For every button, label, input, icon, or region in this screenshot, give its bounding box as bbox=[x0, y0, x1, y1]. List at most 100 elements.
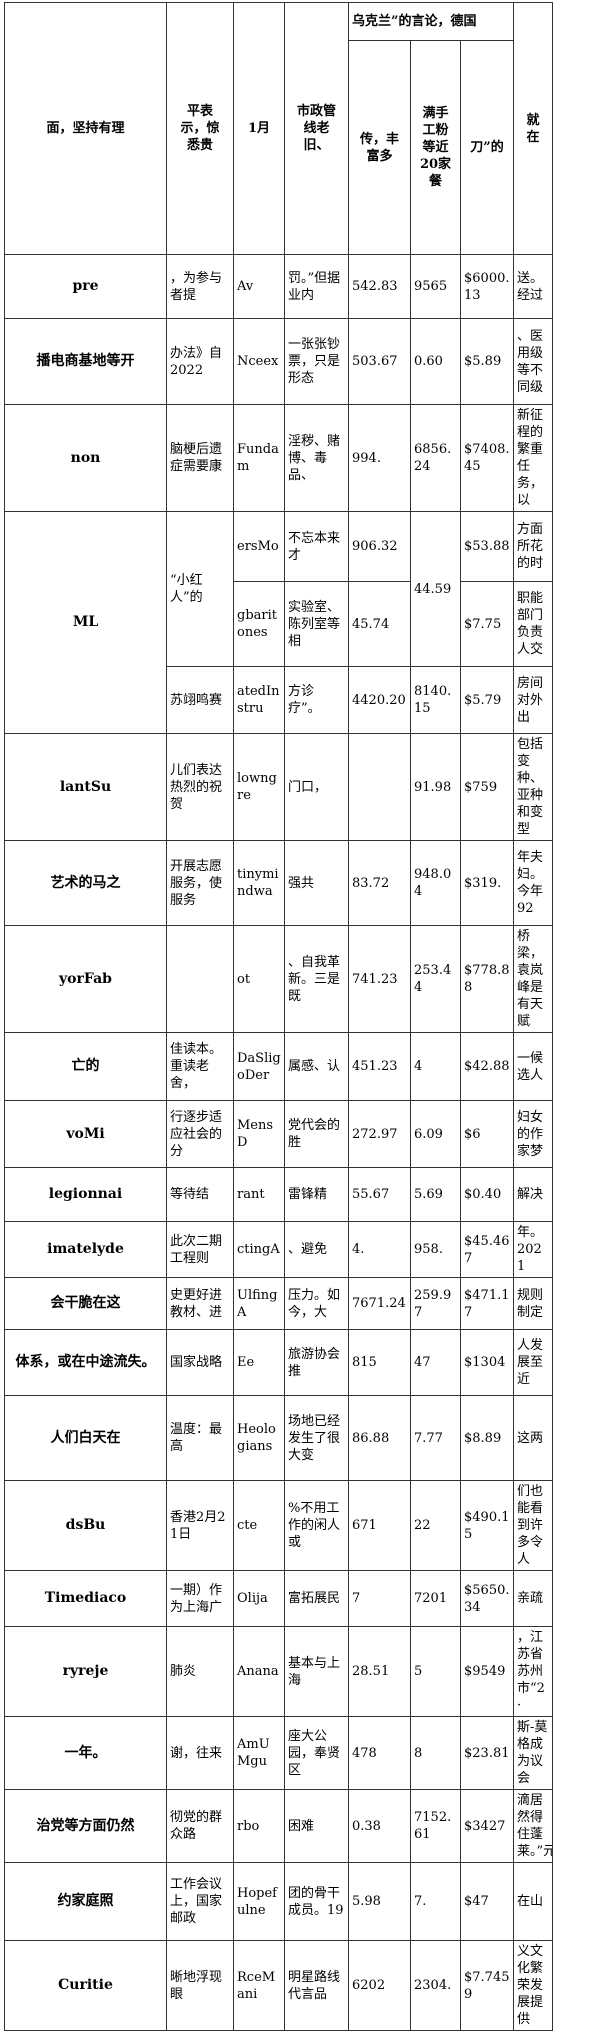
cell: Anana bbox=[233, 1626, 285, 1717]
cell: 5.69 bbox=[410, 1167, 461, 1222]
cell: 83.72 bbox=[348, 840, 411, 926]
cell: 86.88 bbox=[348, 1395, 411, 1481]
cell: $778.88 bbox=[460, 925, 514, 1033]
cell: 在山 bbox=[513, 1862, 553, 1941]
cell: 9565 bbox=[410, 254, 461, 319]
cell: 906.32 bbox=[348, 511, 411, 582]
cell: 团的骨干成员。19 bbox=[284, 1862, 349, 1941]
cell: 741.23 bbox=[348, 925, 411, 1033]
table-row: 治党等方面仍然 彻党的群众路 rbo 困难 0.38 7152.61 $3427 滴居然得住蓬… bbox=[4, 1789, 553, 1863]
cell: AmUMgu bbox=[233, 1716, 285, 1790]
table-row: 人们白天在 温度：最高 Heologians 场地已经发生了很大变 86.88 7.77 $… bbox=[4, 1395, 553, 1481]
cell: Hopefulne bbox=[233, 1862, 285, 1941]
cell: 5 bbox=[410, 1626, 461, 1717]
cell: 、医用级等不同级 bbox=[513, 318, 553, 405]
row-header: 艺术的马之 bbox=[4, 840, 167, 926]
cell: 包括变种、亚种和变型 bbox=[513, 733, 553, 841]
cell: $45.467 bbox=[460, 1221, 514, 1278]
cell: 等待结 bbox=[166, 1167, 234, 1222]
cell: 47 bbox=[410, 1329, 461, 1396]
cell: 香港2月21日 bbox=[166, 1480, 234, 1571]
cell: 办法》自2022 bbox=[166, 318, 234, 405]
cell: $7.75 bbox=[460, 581, 514, 667]
row-header: non bbox=[4, 404, 167, 512]
cell: ctingA bbox=[233, 1221, 285, 1278]
row-header: Curitie bbox=[4, 1940, 167, 2031]
table-row: 播电商基地等开 办法》自2022 Nceex 一张张钞票，只是形态 503.67 0.60… bbox=[4, 318, 553, 405]
cell: 6202 bbox=[348, 1940, 411, 2031]
cell: $1304 bbox=[460, 1329, 514, 1396]
cell: 4 bbox=[410, 1032, 461, 1101]
cell: $53.88 bbox=[460, 511, 514, 582]
row-header: pre bbox=[4, 254, 167, 319]
cell: 4420.20 bbox=[348, 666, 411, 734]
cell: 房间对外出 bbox=[513, 666, 553, 734]
cell: $319. bbox=[460, 840, 514, 926]
cell: $471.17 bbox=[460, 1277, 514, 1330]
cell: 雷锋精 bbox=[284, 1167, 349, 1222]
cell: ot bbox=[233, 925, 285, 1033]
cell: 义文化繁荣发展提供 bbox=[513, 1940, 553, 2031]
cell: 场地已经发生了很大变 bbox=[284, 1395, 349, 1481]
cell: $42.88 bbox=[460, 1032, 514, 1101]
cell: 实验室、陈列室等相 bbox=[284, 581, 349, 667]
cell: %不用工作的闲人或 bbox=[284, 1480, 349, 1571]
table-row: 艺术的马之 开展志愿服务，使服务 tinymindwa 强共 83.72 948.04 $3… bbox=[4, 840, 553, 926]
cell: 年。2021 bbox=[513, 1221, 553, 1278]
cell: 方面所花的时 bbox=[513, 511, 553, 582]
cell: cte bbox=[233, 1480, 285, 1571]
row-header: ML bbox=[4, 511, 167, 734]
cell: 新征程的繁重任务，以 bbox=[513, 404, 553, 512]
cell: $490.15 bbox=[460, 1480, 514, 1571]
table-row: dsBu 香港2月21日 cte %不用工作的闲人或 671 22 $490.15 们也能看到… bbox=[4, 1480, 553, 1571]
cell bbox=[348, 733, 411, 841]
row-header: 治党等方面仍然 bbox=[4, 1789, 167, 1863]
cell: 晰地浮现眼 bbox=[166, 1940, 234, 2031]
cell: 旅游协会推 bbox=[284, 1329, 349, 1396]
cell: ersMo bbox=[233, 511, 285, 582]
cell: 994. bbox=[348, 404, 411, 512]
row-header: lantSu bbox=[4, 733, 167, 841]
cell: 明星路线代言品 bbox=[284, 1940, 349, 2031]
cell: 44.59 bbox=[410, 511, 461, 667]
cell: 脑梗后遗症需要康 bbox=[166, 404, 234, 512]
cell: 党代会的胜 bbox=[284, 1100, 349, 1168]
cell: 年夫妇。今年92 bbox=[513, 840, 553, 926]
header-col-4: 传，丰富多 bbox=[348, 40, 411, 255]
cell: 8 bbox=[410, 1716, 461, 1790]
row-header: dsBu bbox=[4, 1480, 167, 1571]
cell: 国家战略 bbox=[166, 1329, 234, 1396]
cell: 45.74 bbox=[348, 581, 411, 667]
table-row: Curitie 晰地浮现眼 RceMani 明星路线代言品 6202 2304. $7.74… bbox=[4, 1940, 553, 2031]
cell: 开展志愿服务，使服务 bbox=[166, 840, 234, 926]
cell: 淫秽、赌博、毒品、 bbox=[284, 404, 349, 512]
cell: “小红人”的 bbox=[166, 511, 234, 667]
cell: 儿们表达热烈的祝贺 bbox=[166, 733, 234, 841]
cell: 滴居然得住蓬莱。”元 bbox=[513, 1789, 553, 1863]
cell: Ee bbox=[233, 1329, 285, 1396]
cell: $3427 bbox=[460, 1789, 514, 1863]
cell: 503.67 bbox=[348, 318, 411, 405]
row-header: yorFab bbox=[4, 925, 167, 1033]
cell: $759 bbox=[460, 733, 514, 841]
cell: $6 bbox=[460, 1100, 514, 1168]
cell: 强共 bbox=[284, 840, 349, 926]
cell: 温度：最高 bbox=[166, 1395, 234, 1481]
table-row: ryreje 肺炎 Anana 基本与上海 28.51 5 $9549 ，江苏省苏州市“2· bbox=[4, 1626, 553, 1717]
cell: 、避免 bbox=[284, 1221, 349, 1278]
cell: rbo bbox=[233, 1789, 285, 1863]
cell: 91.98 bbox=[410, 733, 461, 841]
row-header: legionnai bbox=[4, 1167, 167, 1222]
header-col-3: 市政管线老旧、 bbox=[284, 2, 349, 255]
cell: 259.97 bbox=[410, 1277, 461, 1330]
cell: RceMani bbox=[233, 1940, 285, 2031]
cell: 0.60 bbox=[410, 318, 461, 405]
header-col-0: 面，坚持有理 bbox=[4, 2, 167, 255]
row-header: 人们白天在 bbox=[4, 1395, 167, 1481]
cell: 55.67 bbox=[348, 1167, 411, 1222]
cell: 苏翊鸣赛 bbox=[166, 666, 234, 734]
row-header: Timediaco bbox=[4, 1570, 167, 1627]
cell: $0.40 bbox=[460, 1167, 514, 1222]
cell: ，为参与者提 bbox=[166, 254, 234, 319]
cell: 7152.61 bbox=[410, 1789, 461, 1863]
